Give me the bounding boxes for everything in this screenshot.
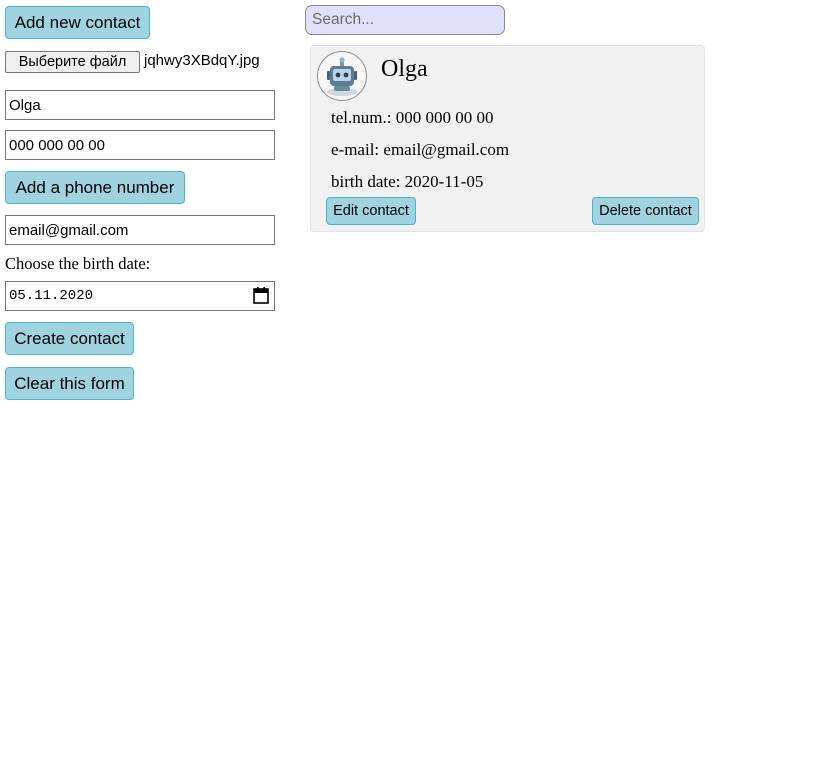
delete-contact-button[interactable]: Delete contact <box>592 197 699 225</box>
choose-file-button[interactable]: Выберите файл <box>5 51 140 73</box>
birth-date-input[interactable]: 05.11.2020 <box>5 281 275 311</box>
phone-value: 000 000 00 00 <box>395 108 494 127</box>
contact-birth-date: birth date: 2020-11-05 <box>331 172 483 192</box>
edit-contact-button[interactable]: Edit contact <box>326 197 416 225</box>
email-input[interactable] <box>5 215 275 245</box>
birth-date-label: Choose the birth date: <box>5 254 151 273</box>
name-input[interactable] <box>5 90 275 120</box>
phone-input[interactable] <box>5 130 275 160</box>
search-input[interactable] <box>305 5 505 35</box>
create-contact-button[interactable]: Create contact <box>5 322 134 355</box>
birth-date-value: 05.11.2020 <box>9 288 94 304</box>
add-new-contact-button[interactable]: Add new contact <box>5 6 150 39</box>
phone-label: tel.num.: <box>331 108 392 127</box>
contact-name: Olga <box>381 56 428 82</box>
birth-date-value-card: 2020-11-05 <box>404 172 484 191</box>
email-value: email@gmail.com <box>383 140 510 159</box>
birth-date-label-card: birth date: <box>331 172 401 191</box>
robot-avatar-icon <box>317 51 367 101</box>
contact-email: e-mail: email@gmail.com <box>331 140 509 160</box>
calendar-icon[interactable] <box>253 287 269 304</box>
contact-phone: tel.num.: 000 000 00 00 <box>331 108 493 128</box>
add-phone-number-button[interactable]: Add a phone number <box>5 171 185 204</box>
selected-file-name: jqhwy3XBdqY.jpg <box>144 52 260 69</box>
clear-form-button[interactable]: Clear this form <box>5 367 134 400</box>
contact-card: Olga tel.num.: 000 000 00 00 e-mail: ema… <box>310 45 705 232</box>
email-label: e-mail: <box>331 140 380 159</box>
